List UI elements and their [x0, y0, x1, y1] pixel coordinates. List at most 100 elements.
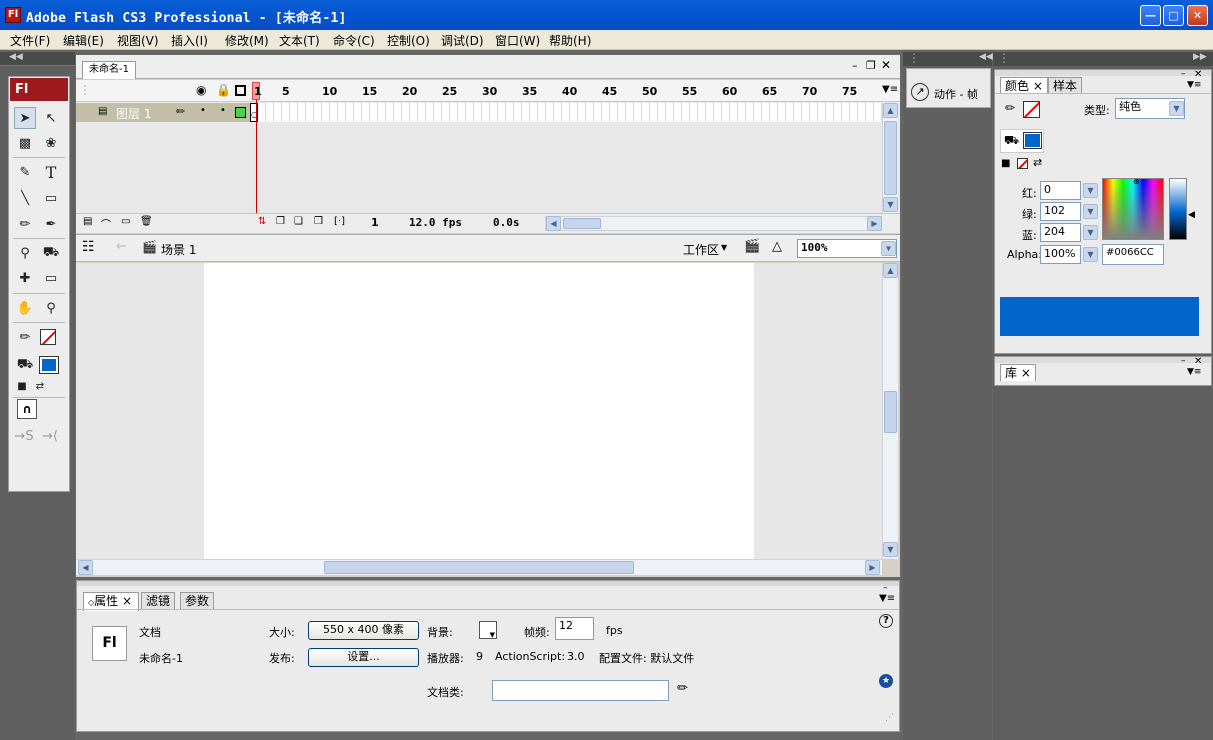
selection-tool-icon[interactable]: ➤ — [14, 107, 36, 129]
scene-name[interactable]: 场景 1 — [161, 241, 196, 258]
accessibility-icon[interactable]: ★ — [879, 674, 893, 688]
onion-skin-icon[interactable]: ❐ — [276, 216, 285, 227]
tab-parameters[interactable]: 参数 — [180, 592, 215, 609]
brightness-marker-icon[interactable]: ◀ — [1188, 210, 1195, 220]
menu-file[interactable]: 文件(F) — [10, 32, 50, 49]
panel-menu-icon[interactable]: ▼≡ — [879, 593, 895, 604]
collapse-actions-icon[interactable]: ◀◀ — [979, 52, 993, 62]
right-dock-header[interactable]: ▶▶ ⋮ — [993, 51, 1213, 66]
scroll-left-button[interactable]: ◀ — [546, 216, 561, 231]
red-chevron-down-icon[interactable]: ▼ — [1083, 183, 1098, 198]
menu-modify[interactable]: 修改(M) — [225, 32, 269, 49]
straighten-option-icon[interactable]: →⟨ — [39, 425, 61, 447]
timeline-toggle-icon[interactable]: ☷ — [82, 239, 95, 255]
stage-vscroll-thumb[interactable] — [884, 391, 897, 433]
close-doc-icon[interactable]: ✕ — [881, 58, 891, 72]
green-input[interactable]: 102 — [1040, 202, 1081, 221]
menu-window[interactable]: 窗口(W) — [495, 32, 540, 49]
expand-right-dock-icon[interactable]: ▶▶ — [1193, 52, 1207, 62]
fill-type-chevron-down-icon[interactable]: ▼ — [1169, 101, 1184, 116]
rectangle-tool-icon[interactable]: ▭ — [40, 187, 62, 209]
workspace-dropdown[interactable]: 工作区 — [683, 241, 719, 258]
menu-text[interactable]: 文本(T) — [279, 32, 320, 49]
close-button[interactable]: ✕ — [1187, 5, 1208, 26]
menu-edit[interactable]: 编辑(E) — [63, 32, 104, 49]
document-tab[interactable]: 未命名-1 — [82, 61, 136, 79]
paint-bucket-tool-icon[interactable]: ⛟ — [40, 242, 62, 264]
tab-color[interactable]: 颜色 × — [1000, 77, 1048, 94]
resize-grip-icon[interactable]: ⋰ — [885, 713, 894, 723]
alpha-input[interactable]: 100% — [1040, 245, 1081, 264]
swap-colors-icon[interactable]: ⇄ — [29, 375, 51, 397]
hex-input[interactable]: #0066CC — [1102, 244, 1164, 265]
actions-dock-header[interactable]: ◀◀ ⋮ — [903, 51, 993, 66]
menu-debug[interactable]: 调试(D) — [441, 32, 484, 49]
collapse-arrows-icon[interactable]: ◀◀ — [9, 52, 23, 62]
eraser-tool-icon[interactable]: ▭ — [40, 267, 62, 289]
restore-doc-icon[interactable]: ❐ — [866, 59, 876, 72]
stage[interactable] — [204, 263, 754, 559]
maximize-button[interactable]: □ — [1163, 5, 1184, 26]
layer-row[interactable]: ▤ 图层 1 ✏ • • — [76, 103, 250, 122]
no-color-icon[interactable] — [1017, 158, 1028, 169]
stage-scroll-down-button[interactable]: ▼ — [883, 542, 898, 557]
fill-color-swatch[interactable] — [39, 356, 59, 374]
toolbox-header[interactable]: ◀◀ — [0, 52, 75, 66]
menu-insert[interactable]: 插入(I) — [171, 32, 208, 49]
frame-cells[interactable]: ○ — [250, 103, 882, 122]
scroll-down-button[interactable]: ▼ — [883, 197, 898, 212]
brush-tool-icon[interactable]: ✒ — [40, 213, 62, 235]
back-arrow-icon[interactable]: ← — [116, 239, 127, 254]
stage-scroll-left-button[interactable]: ◀ — [78, 560, 93, 575]
timeline-menu-icon[interactable]: ▼≡ — [882, 84, 898, 95]
layer-name[interactable]: 图层 1 — [116, 105, 151, 122]
background-color-swatch[interactable]: ▼ — [479, 621, 497, 639]
menu-view[interactable]: 视图(V) — [117, 32, 159, 49]
stage-vertical-scrollbar[interactable]: ▲ ▼ — [882, 263, 898, 559]
eyedropper-tool-icon[interactable]: ✚ — [14, 267, 36, 289]
fill-color-swatch-panel[interactable] — [1023, 132, 1042, 149]
color-panel-close-icon[interactable]: ✕ — [1194, 69, 1202, 80]
frame-ruler[interactable]: 1 5 10 15 20 25 30 35 40 45 50 55 60 65 … — [76, 85, 900, 99]
insert-layer-icon[interactable]: ▤ — [83, 216, 92, 227]
delete-layer-trash-icon[interactable]: 🗑 — [140, 216, 153, 227]
menu-control[interactable]: 控制(O) — [387, 32, 430, 49]
insert-folder-icon[interactable]: ▭ — [121, 216, 130, 227]
layer-outline-color[interactable] — [235, 107, 246, 118]
green-chevron-down-icon[interactable]: ▼ — [1083, 204, 1098, 219]
help-icon[interactable]: ? — [879, 614, 893, 628]
free-transform-tool-icon[interactable]: ▩ — [14, 132, 36, 154]
hand-tool-icon[interactable]: ✋ — [14, 297, 36, 319]
line-tool-icon[interactable]: ╲ — [14, 187, 36, 209]
red-input[interactable]: 0 — [1040, 181, 1081, 200]
timeline-horizontal-scrollbar[interactable]: ◀ ▶ — [545, 216, 882, 231]
snap-magnet-icon[interactable]: ∩ — [17, 399, 37, 419]
stroke-color-swatch[interactable] — [40, 329, 56, 345]
tab-swatches[interactable]: 样本 — [1048, 77, 1083, 94]
lasso-tool-icon[interactable]: ❀ — [40, 132, 62, 154]
timeline-vertical-scrollbar[interactable]: ▲ ▼ — [882, 103, 898, 213]
scroll-right-button[interactable]: ▶ — [867, 216, 882, 231]
swap-colors-icon-panel[interactable]: ⇄ — [1033, 156, 1042, 169]
add-motion-guide-icon[interactable]: ⌒ — [101, 216, 111, 231]
tab-filters[interactable]: 滤镜 — [141, 592, 176, 609]
edit-class-pencil-icon[interactable]: ✏ — [677, 681, 688, 696]
layer-visible-dot[interactable]: • — [200, 105, 206, 116]
panel-minimize-icon[interactable]: – — [883, 583, 888, 593]
pen-tool-icon[interactable]: ✎ — [14, 161, 36, 183]
pencil-tool-icon[interactable]: ✏ — [14, 213, 36, 235]
blue-input[interactable]: 204 — [1040, 223, 1081, 242]
stage-scroll-right-button[interactable]: ▶ — [865, 560, 880, 575]
color-panel-minimize-icon[interactable]: – — [1181, 69, 1186, 79]
stage-horizontal-scrollbar[interactable]: ◀ ▶ — [76, 559, 882, 575]
scroll-up-button[interactable]: ▲ — [883, 103, 898, 118]
minimize-doc-icon[interactable]: – — [852, 59, 858, 72]
brightness-slider[interactable] — [1169, 178, 1187, 240]
library-menu-icon[interactable]: ▼≡ — [1187, 367, 1201, 377]
library-close-icon[interactable]: ✕ — [1194, 356, 1202, 367]
fill-type-select[interactable]: 纯色 ▼ — [1115, 98, 1185, 119]
color-spectrum-picker[interactable]: ⊕ — [1102, 177, 1164, 240]
timeline-scroll-thumb[interactable] — [884, 121, 897, 195]
document-size-button[interactable]: 550 x 400 像素 — [308, 621, 419, 640]
menu-commands[interactable]: 命令(C) — [333, 32, 375, 49]
